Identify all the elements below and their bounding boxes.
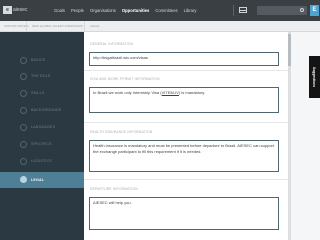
sidebar-item-label: BACKGROUNDS [31,108,62,112]
visa-info-title: VISA AND WORK PERMIT INFORMATION [90,77,160,81]
circle-icon [20,141,27,148]
breadcrumb-current: LEGAL [90,24,100,28]
sidebar-item-languages[interactable]: LANGUAGES [0,122,84,132]
suggestions-label: Suggestions [312,66,316,88]
envelope-icon[interactable] [239,7,247,13]
visa-info-value-end: ) is mandatory. [178,90,206,95]
departure-info-field[interactable]: AIESEC will help you. [89,197,279,230]
nav-goals[interactable]: Goals [54,8,65,13]
sidebar-item-the-role[interactable]: THE ROLE [0,71,84,81]
logo-wordmark: aiesec [13,7,28,13]
circle-icon [20,176,27,183]
sidebar-item-label: SPECIFICS [31,142,52,146]
sidebar-item-basics[interactable]: BASICS [0,55,84,65]
sidebar-item-label: LEGAL [31,178,45,182]
breadcrumb: OPPORTUNITIES NEW GLOBAL TALENT INTERNSH… [0,21,320,32]
circle-icon [20,90,27,97]
general-info-field[interactable]: http://bsgalbrazil.wix.com/visas [89,52,279,66]
sidebar-item-label: LOGISTICS [31,159,52,163]
step-sidebar: BASICS THE ROLE SKILLS BACKGROUNDS LANGU… [0,32,89,240]
departure-info-title: DEPARTURE INFORMATION [90,187,138,191]
visa-info-field[interactable]: In Brazil we work only Internship Visa (… [89,87,279,113]
circle-icon [20,124,27,131]
sidebar-item-backgrounds[interactable]: BACKGROUNDS [0,105,84,115]
departure-info-value: AIESEC will help you. [93,200,132,205]
breadcrumb-separator [84,21,85,32]
nav-divider [233,5,234,16]
sidebar-item-legal[interactable]: LEGAL [0,172,89,188]
nav-committees[interactable]: Committees [155,8,177,13]
avatar[interactable]: E [310,5,319,16]
circle-icon [20,158,27,165]
circle-icon [20,57,27,64]
health-info-value: Health insurance is mandatory and must b… [93,143,274,154]
nav-organisations[interactable]: Organisations [90,8,116,13]
sidebar-item-skills[interactable]: SKILLS [0,88,84,98]
visa-info-value: In Brazil we work only Internship Visa ( [93,90,162,95]
scrollbar[interactable] [288,32,291,240]
visa-type-text: VITEM-IV [161,90,179,95]
health-info-title: HEALTH INSURANCE INFORMATION [90,130,153,134]
nav-opportunities[interactable]: Opportunities [122,8,149,13]
sidebar-item-logistics[interactable]: LOGISTICS [0,156,84,166]
general-info-value: http://bsgalbrazil.wix.com/visas [93,55,148,60]
sidebar-item-label: THE ROLE [31,74,51,78]
sidebar-item-label: BASICS [31,58,46,62]
main-nav: Goals People Organisations Opportunities… [54,0,202,21]
general-info-title: GENERAL INFORMATION [90,42,134,46]
search-box[interactable] [257,6,307,15]
nav-people[interactable]: People [71,8,84,13]
breadcrumb-separator [26,21,27,32]
circle-icon [20,107,27,114]
breadcrumb-item[interactable]: NEW GLOBAL TALENT INTERNSHIP [32,24,83,28]
section-divider [84,179,288,180]
legal-form: GENERAL INFORMATION http://bsgalbrazil.w… [84,32,288,240]
nav-library[interactable]: Library [184,8,197,13]
top-nav-bar: e aiesec Goals People Organisations Oppo… [0,0,320,21]
section-divider [84,70,288,71]
sidebar-item-label: SKILLS [31,91,45,95]
scrollbar-thumb[interactable] [288,34,291,66]
aiesec-logo[interactable]: e [3,6,12,14]
health-info-field[interactable]: Health insurance is mandatory and must b… [89,140,279,172]
sidebar-item-specifics[interactable]: SPECIFICS [0,139,84,149]
circle-icon [20,73,27,80]
search-input[interactable] [259,7,297,14]
suggestions-tab[interactable]: Suggestions [309,56,320,98]
search-icon[interactable] [300,8,304,12]
sidebar-item-label: LANGUAGES [31,125,56,129]
breadcrumb-item[interactable]: OPPORTUNITIES [4,24,28,28]
section-divider [84,122,288,123]
